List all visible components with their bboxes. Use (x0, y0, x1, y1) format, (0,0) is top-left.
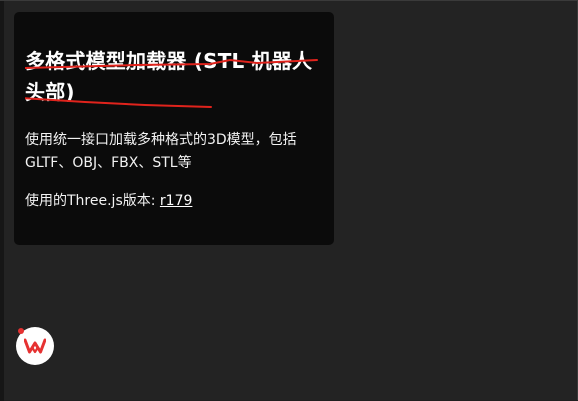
notification-dot (18, 328, 24, 334)
page-title: 多格式模型加载器 (STL 机器人头部) (25, 49, 313, 104)
version-link[interactable]: r179 (160, 193, 192, 209)
title-wrap: 多格式模型加载器 (STL 机器人头部) (25, 46, 322, 108)
version-line: 使用的Three.js版本: r179 (25, 191, 322, 211)
description: 使用统一接口加载多种格式的3D模型，包括GLTF、OBJ、FBX、STL等 (25, 132, 297, 171)
version-label: 使用的Three.js版本: (25, 193, 160, 209)
side-strip (0, 1, 4, 401)
viewport: 多格式模型加载器 (STL 机器人头部) 使用统一接口加载多种格式的3D模型，包… (0, 0, 578, 401)
wps-logo-icon (24, 338, 46, 354)
info-panel: 多格式模型加载器 (STL 机器人头部) 使用统一接口加载多种格式的3D模型，包… (14, 12, 334, 245)
app-badge[interactable] (16, 327, 54, 365)
